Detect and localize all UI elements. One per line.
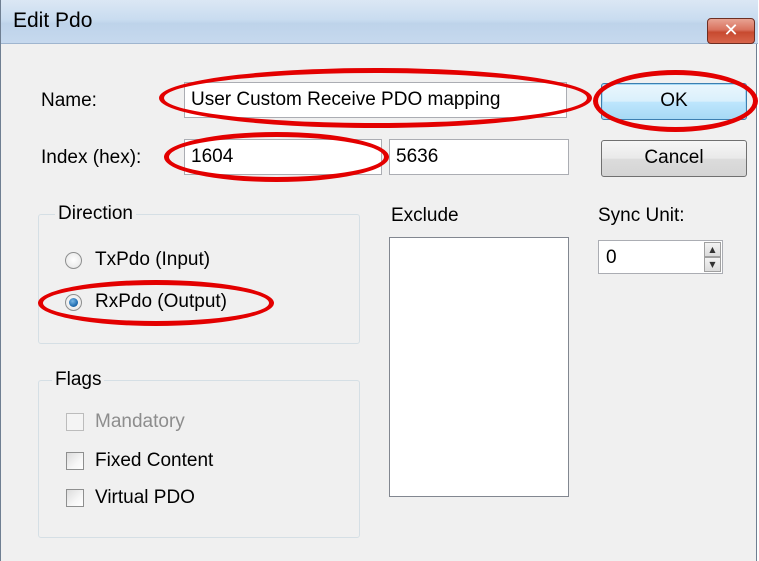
sync-unit-value[interactable]: 0 [606,241,617,275]
direction-groupbox [38,214,360,344]
rxpdo-radio[interactable] [65,294,82,311]
title-bar[interactable]: Edit Pdo ✕ [1,0,758,44]
window-title: Edit Pdo [13,9,93,32]
direction-title: Direction [55,203,136,225]
name-input[interactable]: User Custom Receive PDO mapping [184,82,567,118]
mandatory-checkbox [66,413,84,431]
spin-down-icon[interactable]: ▼ [704,257,721,272]
index-label: Index (hex): [41,147,142,168]
spin-up-icon[interactable]: ▲ [704,242,721,257]
fixed-content-checkbox[interactable] [66,452,84,470]
fixed-content-label[interactable]: Fixed Content [95,450,213,472]
virtual-pdo-checkbox[interactable] [66,489,84,507]
close-icon: ✕ [723,20,739,41]
virtual-pdo-label[interactable]: Virtual PDO [95,487,195,509]
rxpdo-label[interactable]: RxPdo (Output) [95,291,227,313]
mandatory-label: Mandatory [95,411,185,432]
name-label: Name: [41,90,97,111]
close-button[interactable]: ✕ [707,18,755,44]
txpdo-radio[interactable] [65,252,82,269]
sync-unit-spinner[interactable]: 0 ▲ ▼ [598,240,723,274]
index-input-secondary[interactable]: 5636 [389,139,569,175]
exclude-label: Exclude [391,205,459,226]
cancel-button[interactable]: Cancel [601,140,747,177]
exclude-listbox[interactable] [389,237,569,497]
flags-title: Flags [52,369,105,391]
edit-pdo-dialog: Edit Pdo ✕ Name: User Custom Receive PDO… [0,0,758,561]
ok-button[interactable]: OK [601,83,747,120]
sync-unit-label: Sync Unit: [598,205,685,226]
txpdo-label[interactable]: TxPdo (Input) [95,249,210,271]
index-input[interactable]: 1604 [184,139,382,175]
